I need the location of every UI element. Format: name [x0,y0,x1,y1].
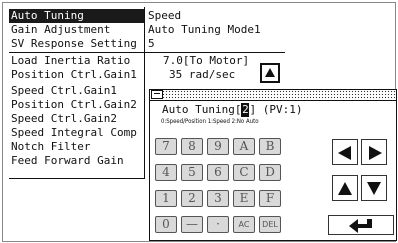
dialog-close-button[interactable] [151,90,163,99]
menu-item-position-ctrl-gain1[interactable]: Position Ctrl.Gain1 [11,68,137,82]
menu-item-speed-ctrl-gain1[interactable]: Speed Ctrl.Gain1 [11,84,117,98]
menu-item-feed-forward-gain[interactable]: Feed Forward Gain [11,154,124,168]
key-e[interactable]: E [233,190,255,207]
enter-icon [349,219,372,233]
menu-item-gain-adjustment[interactable]: Gain Adjustment [11,23,110,37]
menu-item-speed-ctrl-gain2[interactable]: Speed Ctrl.Gain2 [11,112,117,126]
key-1[interactable]: 1 [155,190,177,207]
key-minus[interactable]: — [181,216,203,233]
prompt-suffix: ] (PV:1) [249,103,303,116]
key-6[interactable]: 6 [207,164,229,181]
prompt-prefix: Auto Tuning[ [162,103,242,116]
key-4[interactable]: 4 [155,164,177,181]
key-d[interactable]: D [259,164,281,181]
section-divider [9,52,285,53]
load-inertia-ratio-value: 7.0[To Motor] [163,54,250,67]
up-arrow-button[interactable] [332,175,358,201]
sv-response-setting-value: 5 [148,37,155,50]
down-arrow-button[interactable] [361,175,387,201]
scroll-up-button[interactable] [260,63,280,83]
menu-item-position-ctrl-gain2[interactable]: Position Ctrl.Gain2 [11,98,137,112]
dialog-title-bar [150,90,396,101]
key-all-clear[interactable]: AC [233,216,255,233]
key-5[interactable]: 5 [181,164,203,181]
key-c[interactable]: C [233,164,255,181]
key-8[interactable]: 8 [181,138,203,155]
arrow-right-icon [369,146,382,160]
input-hint: 0:Speed/Position 1:Speed 2:No Auto [161,118,259,125]
key-decimal-point[interactable]: · [207,216,229,233]
arrow-up-icon [338,182,352,195]
arrow-left-icon [338,146,351,160]
key-9[interactable]: 9 [207,138,229,155]
key-delete[interactable]: DEL [259,216,281,233]
column-divider [144,7,145,178]
auto-tuning-value: Speed [148,9,182,22]
gain-adjustment-value: Auto Tuning Mode1 [148,23,261,36]
key-3[interactable]: 3 [207,190,229,207]
key-7[interactable]: 7 [155,138,177,155]
key-a[interactable]: A [233,138,255,155]
left-arrow-button[interactable] [332,139,358,165]
key-0[interactable]: 0 [155,216,177,233]
menu-item-auto-tuning[interactable]: Auto Tuning [9,9,145,23]
enter-button[interactable] [328,215,394,235]
input-prompt: Auto Tuning[2] (PV:1) [162,103,302,117]
menu-item-load-inertia-ratio[interactable]: Load Inertia Ratio [11,54,130,68]
position-ctrl-gain1-value: 35 rad/sec [169,68,236,81]
servo-settings-screen: Auto Tuning Speed Gain Adjustment Auto T… [2,2,397,242]
key-2[interactable]: 2 [181,190,203,207]
menu-item-speed-integral-comp[interactable]: Speed Integral Comp [11,126,137,140]
menu-item-notch-filter[interactable]: Notch Filter [11,140,90,154]
menu-item-sv-response-setting[interactable]: SV Response Setting [11,37,137,51]
key-b[interactable]: B [259,138,281,155]
list-bottom-border [9,178,145,179]
right-arrow-button[interactable] [361,139,387,165]
key-f[interactable]: F [259,190,281,207]
arrow-down-icon [367,182,381,195]
